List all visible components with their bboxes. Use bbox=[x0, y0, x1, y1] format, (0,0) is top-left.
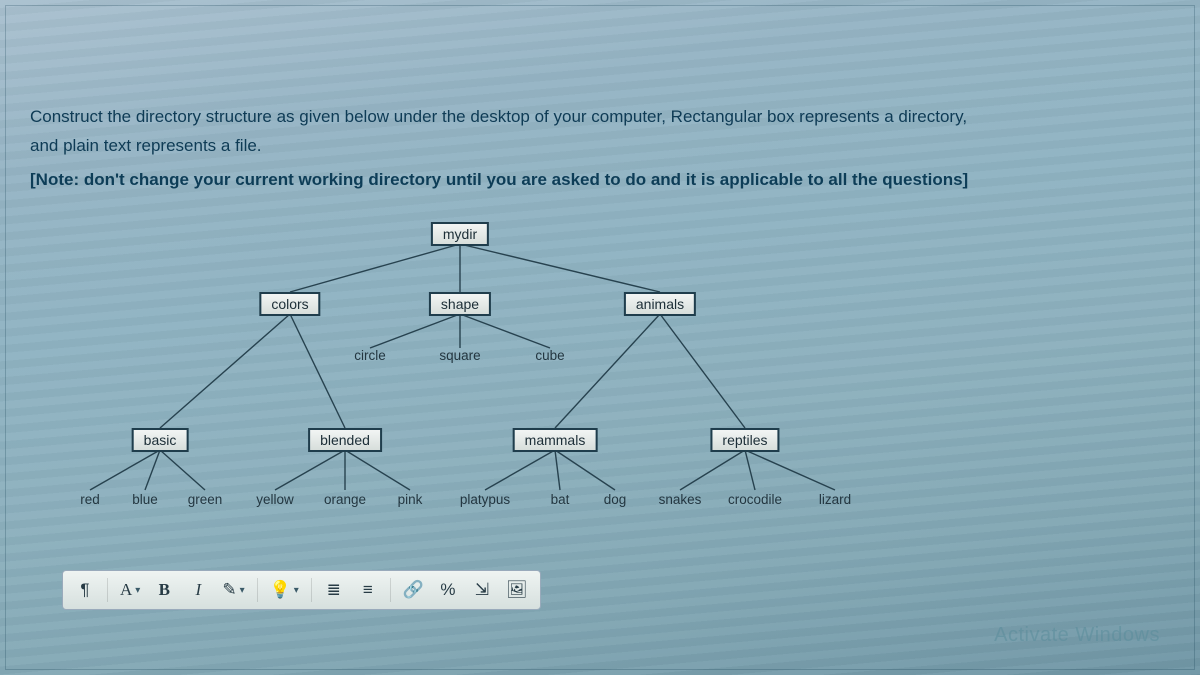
highlight-button[interactable]: ✎ bbox=[218, 575, 248, 605]
dir-colors: colors bbox=[259, 292, 320, 316]
link-button[interactable]: 🔗 bbox=[399, 575, 428, 605]
dir-shape: shape bbox=[429, 292, 491, 316]
numbered-list-button[interactable]: ≡ bbox=[354, 575, 382, 605]
code-button[interactable]: % bbox=[434, 575, 462, 605]
file-pink: pink bbox=[398, 492, 423, 507]
toolbar-separator bbox=[107, 578, 108, 602]
file-blue: blue bbox=[132, 492, 158, 507]
file-lizard: lizard bbox=[819, 492, 851, 507]
highlight-icon: ✎ bbox=[222, 580, 236, 600]
file-snakes: snakes bbox=[659, 492, 702, 507]
font-icon: A bbox=[120, 580, 132, 600]
toolbar-separator bbox=[390, 578, 391, 602]
file-platypus: platypus bbox=[460, 492, 510, 507]
bulleted-list-button[interactable]: ≣ bbox=[320, 575, 348, 605]
dir-mammals: mammals bbox=[513, 428, 598, 452]
instructions-block: Construct the directory structure as giv… bbox=[30, 105, 1180, 158]
toolbar-separator bbox=[257, 578, 258, 602]
file-green: green bbox=[188, 492, 223, 507]
file-red: red bbox=[80, 492, 100, 507]
embed-icon: ⇲ bbox=[475, 580, 489, 600]
file-yellow: yellow bbox=[256, 492, 294, 507]
bold-icon: B bbox=[159, 580, 170, 600]
bold-button[interactable]: B bbox=[150, 575, 178, 605]
toolbar-separator bbox=[311, 578, 312, 602]
dir-basic: basic bbox=[132, 428, 189, 452]
instructions-line2: and plain text represents a file. bbox=[30, 134, 1180, 159]
file-circle: circle bbox=[354, 348, 386, 363]
dir-blended: blended bbox=[308, 428, 382, 452]
italic-icon: I bbox=[195, 580, 201, 600]
file-bat: bat bbox=[551, 492, 570, 507]
image-icon: 🖼 bbox=[506, 580, 528, 600]
font-button[interactable]: A bbox=[116, 575, 144, 605]
instructions-note: [Note: don't change your current working… bbox=[30, 170, 1180, 190]
paragraph-button[interactable]: ¶ bbox=[71, 575, 99, 605]
dir-mydir: mydir bbox=[431, 222, 489, 246]
insert-icon: 💡 bbox=[270, 580, 291, 600]
embed-button[interactable]: ⇲ bbox=[468, 575, 496, 605]
insert-button[interactable]: 💡 bbox=[266, 575, 303, 605]
italic-button[interactable]: I bbox=[184, 575, 212, 605]
file-square: square bbox=[439, 348, 480, 363]
bullets-icon: ≣ bbox=[327, 580, 341, 600]
windows-watermark: Activate Windows bbox=[994, 624, 1160, 647]
dir-animals: animals bbox=[624, 292, 696, 316]
link-icon: 🔗 bbox=[403, 580, 424, 600]
file-orange: orange bbox=[324, 492, 366, 507]
file-crocodile: crocodile bbox=[728, 492, 782, 507]
instructions-line1: Construct the directory structure as giv… bbox=[30, 105, 1180, 130]
directory-tree-diagram: mydir colors shape animals basic blended… bbox=[30, 210, 1180, 550]
dir-reptiles: reptiles bbox=[710, 428, 779, 452]
code-icon: % bbox=[440, 580, 455, 600]
file-dog: dog bbox=[604, 492, 627, 507]
numbers-icon: ≡ bbox=[363, 580, 373, 600]
paragraph-icon: ¶ bbox=[80, 580, 89, 600]
image-button[interactable]: 🖼 bbox=[502, 575, 532, 605]
editor-toolbar: ¶ A B I ✎ 💡 ≣ ≡ 🔗 % ⇲ 🖼 bbox=[62, 570, 541, 610]
file-cube: cube bbox=[535, 348, 564, 363]
